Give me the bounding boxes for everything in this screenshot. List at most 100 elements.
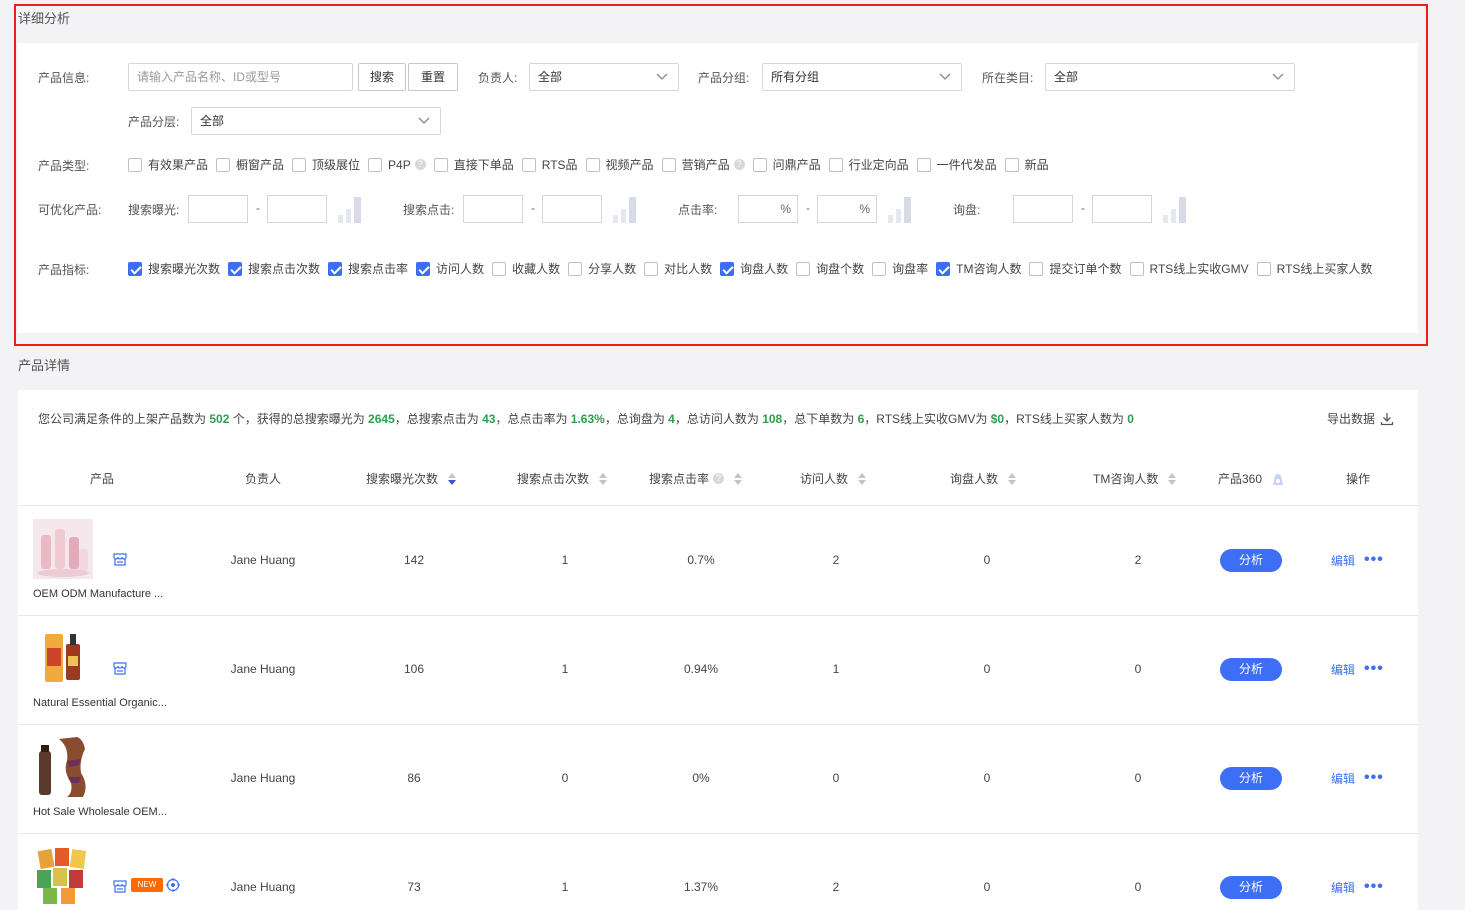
metric-option[interactable]: 搜索点击次数 — [228, 260, 320, 277]
th-inquirers[interactable]: 询盘人数 — [950, 470, 1017, 487]
store-icon[interactable] — [113, 553, 127, 566]
product-type-option[interactable]: 一件代发品 — [916, 156, 997, 173]
checkbox[interactable] — [433, 157, 448, 172]
product-type-option[interactable]: 新品 — [1004, 156, 1049, 173]
product-type-option[interactable]: RTS品 — [521, 156, 578, 173]
product-tier-select[interactable]: 全部 — [191, 107, 441, 135]
click-min-input[interactable] — [463, 195, 523, 223]
product-thumbnail[interactable] — [33, 737, 93, 797]
checkbox[interactable] — [916, 157, 931, 172]
product-type-option[interactable]: 营销产品? — [661, 156, 745, 173]
checkbox[interactable] — [1129, 261, 1144, 276]
checkbox[interactable] — [568, 261, 583, 276]
owner-select[interactable]: 全部 — [529, 63, 679, 91]
product-type-option[interactable]: 顶级展位 — [292, 156, 360, 173]
edit-link[interactable]: 编辑 — [1331, 770, 1355, 787]
product-name[interactable]: OEM ODM Manufacture ... — [33, 588, 183, 600]
checkbox[interactable] — [796, 261, 811, 276]
metric-option[interactable]: 提交订单个数 — [1029, 260, 1122, 277]
sort-icon[interactable] — [599, 472, 608, 485]
help-icon[interactable]: ? — [414, 159, 426, 170]
th-exposure[interactable]: 搜索曝光次数 — [366, 470, 457, 487]
product-type-option[interactable]: 直接下单品 — [433, 156, 514, 173]
checkbox[interactable] — [368, 157, 383, 172]
checkbox-checked[interactable] — [328, 261, 343, 276]
edit-link[interactable]: 编辑 — [1331, 879, 1355, 896]
product-type-option[interactable]: 橱窗产品 — [216, 156, 284, 173]
checkbox[interactable] — [1256, 261, 1271, 276]
product-type-option[interactable]: 视频产品 — [585, 156, 654, 173]
product-type-option[interactable]: 问鼎产品 — [752, 156, 821, 173]
metric-option[interactable]: 搜索曝光次数 — [128, 260, 220, 277]
inquiry-min-input[interactable] — [1013, 195, 1073, 223]
analyze-button[interactable]: 分析 — [1220, 876, 1282, 899]
exposure-min-input[interactable] — [188, 195, 248, 223]
checkbox[interactable] — [872, 261, 887, 276]
checkbox[interactable] — [1029, 261, 1044, 276]
product-type-option[interactable]: 有效果产品 — [128, 156, 208, 173]
product-thumbnail[interactable] — [33, 628, 93, 688]
store-icon[interactable] — [113, 880, 127, 893]
metric-option[interactable]: 询盘人数 — [720, 260, 788, 277]
sort-icon[interactable] — [1008, 472, 1017, 485]
product-thumbnail[interactable] — [33, 519, 93, 579]
more-icon[interactable]: ••• — [1364, 878, 1384, 896]
inquiry-max-input[interactable] — [1092, 195, 1152, 223]
edit-link[interactable]: 编辑 — [1331, 552, 1355, 569]
checkbox[interactable] — [128, 157, 142, 172]
analyze-button[interactable]: 分析 — [1220, 658, 1282, 681]
exposure-max-input[interactable] — [267, 195, 327, 223]
click-max-input[interactable] — [542, 195, 602, 223]
checkbox-checked[interactable] — [228, 261, 243, 276]
checkbox[interactable] — [292, 157, 307, 172]
checkbox[interactable] — [644, 261, 659, 276]
checkbox[interactable] — [752, 157, 767, 172]
checkbox[interactable] — [1004, 157, 1019, 172]
sort-icon[interactable] — [858, 472, 867, 485]
metric-option[interactable]: 分享人数 — [568, 260, 636, 277]
bar-chart-icon[interactable] — [336, 195, 366, 223]
search-button[interactable]: 搜索 — [358, 63, 406, 91]
th-clicks[interactable]: 搜索点击次数 — [517, 470, 608, 487]
more-icon[interactable]: ••• — [1364, 769, 1384, 787]
metric-option[interactable]: TM咨询人数 — [936, 260, 1021, 277]
bar-chart-icon[interactable] — [886, 195, 916, 223]
more-icon[interactable]: ••• — [1364, 660, 1384, 678]
checkbox-checked[interactable] — [936, 261, 951, 276]
bar-chart-icon[interactable] — [611, 195, 641, 223]
analyze-button[interactable]: 分析 — [1220, 549, 1282, 572]
metric-option[interactable]: 对比人数 — [644, 260, 712, 277]
checkbox-checked[interactable] — [416, 261, 431, 276]
checkbox[interactable] — [661, 157, 676, 172]
checkbox[interactable] — [216, 157, 231, 172]
sort-icon[interactable] — [448, 472, 457, 485]
ctr-max-input[interactable]: % — [817, 195, 877, 223]
product-group-select[interactable]: 所有分组 — [762, 63, 962, 91]
bar-chart-icon[interactable] — [1161, 195, 1191, 223]
product-type-option[interactable]: 行业定向品 — [828, 156, 909, 173]
th-ctr[interactable]: 搜索点击率? — [649, 470, 743, 487]
export-data-button[interactable]: 导出数据 — [1327, 410, 1394, 427]
ctr-min-input[interactable]: % — [738, 195, 798, 223]
checkbox[interactable] — [828, 157, 843, 172]
checkbox[interactable] — [492, 261, 507, 276]
metric-option[interactable]: 收藏人数 — [492, 260, 560, 277]
product-name[interactable]: Hot Sale Wholesale OEM... — [33, 806, 183, 818]
sort-icon[interactable] — [734, 472, 743, 485]
more-icon[interactable]: ••• — [1364, 551, 1384, 569]
help-icon[interactable]: ? — [733, 159, 745, 170]
edit-link[interactable]: 编辑 — [1331, 661, 1355, 678]
sort-icon[interactable] — [1168, 472, 1177, 485]
checkbox-checked[interactable] — [720, 261, 735, 276]
store-icon[interactable] — [113, 662, 127, 675]
analyze-button[interactable]: 分析 — [1220, 767, 1282, 790]
reset-button[interactable]: 重置 — [408, 63, 458, 91]
checkbox[interactable] — [585, 157, 600, 172]
th-visitors[interactable]: 访问人数 — [800, 470, 867, 487]
metric-option[interactable]: 询盘个数 — [796, 260, 864, 277]
metric-option[interactable]: RTS线上买家人数 — [1256, 260, 1372, 277]
th-tm[interactable]: TM咨询人数 — [1093, 470, 1177, 487]
category-select[interactable]: 全部 — [1045, 63, 1295, 91]
metric-option[interactable]: RTS线上实收GMV — [1129, 260, 1249, 277]
target-icon[interactable] — [166, 878, 180, 892]
